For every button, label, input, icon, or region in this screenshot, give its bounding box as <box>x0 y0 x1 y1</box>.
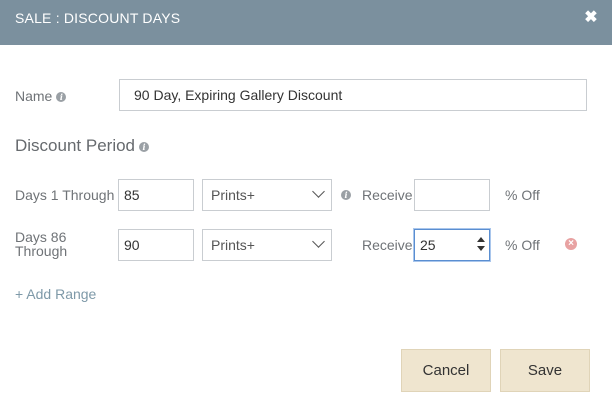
range-2-days-input[interactable]: 90 <box>118 229 194 261</box>
range-1-product-select[interactable]: Prints+ <box>202 179 332 211</box>
dialog-header: SALE : DISCOUNT DAYS ✖ <box>0 0 612 45</box>
spinner-up-icon[interactable] <box>477 237 485 242</box>
discount-period-heading-wrap: Discount Period i <box>15 136 150 156</box>
chevron-down-icon <box>312 185 325 198</box>
range-1-label: Days 1 Through <box>15 187 115 203</box>
range-2-label-line1: Days 86 <box>15 229 67 245</box>
range-1-product-value: Prints+ <box>211 187 255 203</box>
info-icon: i <box>139 141 150 152</box>
range-2-receive-input[interactable]: 25 <box>414 229 490 261</box>
range-1-receive-input[interactable] <box>414 179 490 211</box>
range-2-percent-suffix: % Off <box>505 237 540 253</box>
name-label: Name <box>15 88 53 104</box>
range-2-label: Days 86 Through <box>15 230 67 258</box>
range-2-label-line2: Through <box>15 243 68 259</box>
remove-circle-icon[interactable]: × <box>565 238 577 250</box>
range-1-receive-label: Receive <box>362 187 413 203</box>
range-1-days-input[interactable]: 85 <box>118 179 194 211</box>
info-icon: i <box>341 190 351 200</box>
name-input[interactable]: 90 Day, Expiring Gallery Discount <box>119 79 587 111</box>
add-range-link[interactable]: + Add Range <box>15 286 96 302</box>
chevron-down-icon <box>312 235 325 248</box>
range-2-receive-label: Receive <box>362 237 413 253</box>
range-2-product-select[interactable]: Prints+ <box>202 229 332 261</box>
info-icon: i <box>56 92 67 103</box>
cancel-button[interactable]: Cancel <box>401 349 491 392</box>
range-2-product-value: Prints+ <box>211 237 255 253</box>
range-2-receive-value: 25 <box>420 237 436 253</box>
spinner-down-icon[interactable] <box>477 246 485 251</box>
dialog-title: SALE : DISCOUNT DAYS <box>15 10 181 26</box>
close-icon[interactable]: ✖ <box>582 8 600 28</box>
name-label-wrap: Name i <box>15 88 67 104</box>
number-spinner-icon[interactable] <box>477 237 485 253</box>
save-button[interactable]: Save <box>500 349 590 392</box>
discount-period-heading: Discount Period <box>15 136 136 155</box>
range-1-percent-suffix: % Off <box>505 187 540 203</box>
